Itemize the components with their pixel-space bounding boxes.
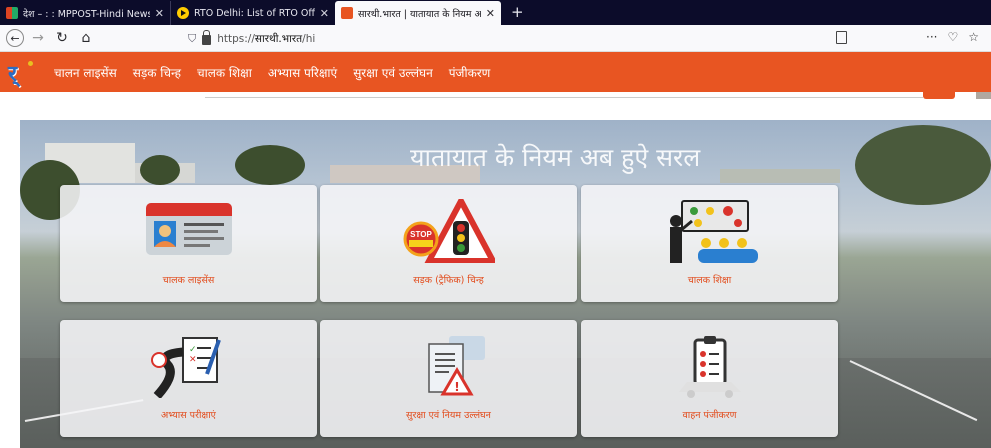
page-actions-menu-icon[interactable]: ··· — [926, 30, 937, 44]
main-nav: चालन लाइसेंस सड़क चिन्ह चालक शिक्षा अभ्य… — [54, 64, 490, 81]
browser-nav-bar: ← → ↻ ⌂ ⛉ https://सारथी.भारत/hi ··· ♡ ☆ — [0, 25, 991, 52]
search-aux-button[interactable] — [976, 92, 991, 99]
tree-bg — [235, 145, 305, 185]
nav-item-driver-education[interactable]: चालक शिक्षा — [197, 64, 252, 81]
nav-item-practice-tests[interactable]: अभ्यास परिक्षाएं — [268, 64, 337, 81]
nav-item-driving-license[interactable]: चालन लाइसेंस — [54, 64, 117, 81]
svg-text:✕: ✕ — [189, 355, 197, 365]
rto-favicon-icon — [177, 7, 189, 19]
back-arrow-icon[interactable]: ← — [6, 29, 24, 47]
pocket-icon[interactable]: ♡ — [947, 30, 958, 44]
hero-banner: यातायात के नियम अब हुऐ सरल चालक लाइसेंस — [20, 120, 991, 448]
search-row — [0, 92, 991, 118]
reader-view-icon[interactable] — [836, 31, 847, 44]
driver-education-icon — [662, 199, 758, 265]
site-header: र् चालन लाइसेंस सड़क चिन्ह चालक शिक्षा अ… — [0, 52, 991, 92]
nav-item-safety-violations[interactable]: सुरक्षा एवं उल्लंघन — [353, 64, 433, 81]
svg-text:!: ! — [454, 380, 459, 394]
site-logo[interactable]: र् — [8, 58, 40, 87]
home-icon[interactable]: ⌂ — [76, 28, 96, 48]
new-tab-button[interactable]: + — [501, 3, 534, 25]
card-driving-license[interactable]: चालक लाइसेंस — [60, 185, 317, 302]
building-bg — [720, 169, 840, 183]
card-label: चालक लाइसेंस — [162, 275, 215, 286]
tree-bg — [140, 155, 180, 185]
tab-title: देश – : : MPPOST-Hindi News Po — [23, 8, 150, 20]
search-input[interactable] — [205, 97, 923, 98]
forward-arrow-icon[interactable]: → — [28, 28, 48, 48]
tab-title: सारथी.भारत | यातायात के नियम अब — [358, 8, 481, 20]
close-tab-icon[interactable]: ✕ — [320, 7, 329, 20]
lock-icon[interactable] — [202, 30, 212, 45]
license-card-icon — [145, 203, 232, 255]
url-path: /hi — [302, 32, 316, 45]
practice-test-icon: ✓ ✕ — [147, 334, 231, 400]
nav-item-road-signs[interactable]: सड़क चिन्ह — [133, 64, 181, 81]
url-host: सारथी.भारत — [254, 32, 303, 45]
close-tab-icon[interactable]: ✕ — [155, 7, 164, 20]
url-text: https://सारथी.भारत/hi — [217, 32, 315, 46]
browser-tab-strip: देश – : : MPPOST-Hindi News Po ✕ RTO Del… — [0, 0, 991, 25]
vehicle-registration-icon — [675, 334, 745, 400]
search-button[interactable] — [923, 92, 955, 99]
tab-title: RTO Delhi: List of RTO Offices in — [194, 7, 315, 19]
traffic-sign-icon: STOP — [403, 194, 498, 264]
card-practice-tests[interactable]: ✓ ✕ अभ्यास परीक्षाएं — [60, 320, 317, 437]
card-vehicle-registration[interactable]: वाहन पंजीकरण — [581, 320, 838, 437]
hero-title: यातायात के नियम अब हुऐ सरल — [410, 143, 701, 172]
safety-violation-icon: ! — [409, 336, 489, 398]
tree-bg — [855, 125, 991, 205]
close-tab-icon[interactable]: ✕ — [486, 7, 495, 20]
browser-tab-3-active[interactable]: सारथी.भारत | यातायात के नियम अब ✕ — [335, 1, 501, 25]
browser-tab-2[interactable]: RTO Delhi: List of RTO Offices in ✕ — [170, 1, 335, 25]
card-label: सुरक्षा एवं नियम उल्लंघन — [406, 410, 491, 421]
card-label: वाहन पंजीकरण — [682, 410, 737, 421]
card-road-signs[interactable]: STOP सड़क (ट्रैफिक) चिन्ह — [320, 185, 577, 302]
bookmark-star-icon[interactable]: ☆ — [968, 30, 979, 44]
url-bar[interactable]: ⛉ https://सारथी.भारत/hi — [188, 28, 858, 49]
card-driver-education[interactable]: चालक शिक्षा — [581, 185, 838, 302]
browser-tab-1[interactable]: देश – : : MPPOST-Hindi News Po ✕ — [0, 1, 170, 25]
card-label: चालक शिक्षा — [687, 275, 732, 286]
svg-text:STOP: STOP — [410, 230, 432, 239]
card-label: सड़क (ट्रैफिक) चिन्ह — [413, 275, 484, 286]
reload-icon[interactable]: ↻ — [52, 28, 72, 48]
card-label: अभ्यास परीक्षाएं — [161, 410, 216, 421]
card-safety-violations[interactable]: ! सुरक्षा एवं नियम उल्लंघन — [320, 320, 577, 437]
svg-text:✓: ✓ — [189, 345, 197, 355]
sarthi-favicon-icon — [341, 7, 353, 19]
url-prefix: https:// — [217, 32, 255, 45]
nav-item-registration[interactable]: पंजीकरण — [449, 64, 491, 81]
mppost-favicon-icon — [6, 7, 18, 19]
tracking-shield-icon[interactable]: ⛉ — [188, 32, 196, 46]
